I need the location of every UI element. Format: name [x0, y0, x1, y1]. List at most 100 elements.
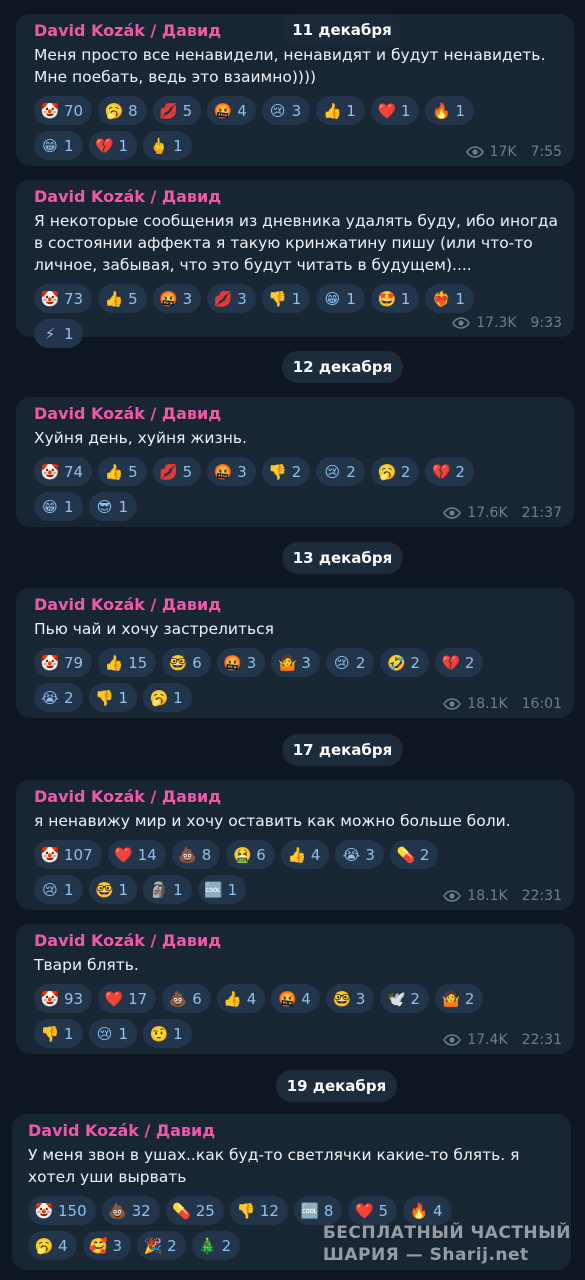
author-name[interactable]: David Kozák / Давид: [34, 403, 562, 425]
reaction-chip[interactable]: 🤓 6: [162, 648, 211, 677]
reaction-chip[interactable]: 🤣 2: [380, 648, 429, 677]
reaction-chip[interactable]: 🔥 4: [403, 1196, 452, 1225]
reaction-chip[interactable]: 😭 3: [335, 840, 384, 869]
reaction-count: 2: [410, 989, 420, 1008]
reaction-chip[interactable]: 🥱 1: [143, 683, 192, 712]
reaction-chip[interactable]: 🤡 107: [34, 840, 102, 869]
reaction-chip[interactable]: 👎 1: [34, 1019, 83, 1048]
reaction-chip[interactable]: 🎄 2: [191, 1231, 241, 1260]
reaction-chip[interactable]: 👍 1: [316, 96, 365, 125]
reaction-chip[interactable]: 💩 32: [101, 1196, 160, 1225]
message-text: Хуйня день, хуйня жизнь.: [34, 429, 247, 447]
reaction-chip[interactable]: 💋 5: [152, 457, 202, 486]
reaction-chip[interactable]: 🕊️ 2: [380, 984, 429, 1013]
reaction-chip[interactable]: 😢 3: [261, 96, 311, 125]
message-time: 7:55: [530, 144, 562, 160]
reaction-chip[interactable]: ⚡ 1: [34, 319, 83, 348]
yawn-icon: 🥱: [34, 1236, 54, 1255]
date-separator: 19 декабря: [276, 1070, 397, 1102]
reaction-chip[interactable]: 💩 8: [171, 840, 221, 869]
reaction-chip[interactable]: 🤓 3: [325, 984, 375, 1013]
reaction-chip[interactable]: 🆒 1: [197, 875, 247, 904]
reaction-chip[interactable]: 💊 25: [165, 1196, 224, 1225]
reaction-chip[interactable]: 🤡 74: [34, 457, 93, 486]
reaction-chip[interactable]: 👍 5: [98, 284, 147, 313]
reaction-chip[interactable]: 💔 2: [434, 648, 484, 677]
reaction-chip[interactable]: 🆒 8: [293, 1196, 343, 1225]
message-bubble[interactable]: David Kozák / Давид Хуйня день, хуйня жи…: [16, 397, 574, 527]
reaction-chip[interactable]: ❤️ 1: [370, 96, 420, 125]
message-bubble[interactable]: David Kozák / Давид я ненавижу мир и хоч…: [16, 780, 574, 910]
reaction-chip[interactable]: ❤️ 14: [107, 840, 166, 869]
reaction-chip[interactable]: 🤡 93: [34, 984, 93, 1013]
reaction-chip[interactable]: 😁 1: [34, 131, 83, 160]
reaction-chip[interactable]: 👍 4: [280, 840, 330, 869]
reaction-chip[interactable]: 🤡 73: [34, 284, 93, 313]
reaction-chip[interactable]: 🤬 4: [271, 984, 320, 1013]
reaction-chip[interactable]: 💔 2: [425, 457, 474, 486]
reaction-chip[interactable]: 😁 1: [316, 284, 365, 313]
reaction-chip[interactable]: 😢 2: [316, 457, 365, 486]
reaction-chip[interactable]: 🤷 2: [434, 984, 484, 1013]
author-name[interactable]: David Kozák / Давид: [28, 1120, 559, 1142]
nerd-face-icon: 🤓: [168, 653, 188, 672]
reaction-chip[interactable]: 🥱 4: [28, 1231, 77, 1260]
reaction-chip[interactable]: 👍 15: [98, 648, 157, 677]
reaction-chip[interactable]: 💋 3: [207, 284, 256, 313]
reaction-chip[interactable]: 😁 1: [34, 492, 83, 521]
reaction-chip[interactable]: 💋 5: [152, 96, 202, 125]
reaction-chip[interactable]: 🤬 3: [152, 284, 202, 313]
yawn-icon: 🥱: [377, 462, 397, 481]
kiss-mark-icon: 💋: [213, 289, 233, 308]
reaction-chip[interactable]: 🤓 1: [88, 875, 138, 904]
reaction-chip[interactable]: 😎 1: [88, 492, 138, 521]
author-name[interactable]: David Kozák / Давид: [34, 786, 562, 808]
reaction-chip[interactable]: 🔥 1: [425, 96, 474, 125]
reaction-chip[interactable]: 🤨 1: [143, 1019, 192, 1048]
reaction-chip[interactable]: 💔 1: [88, 131, 138, 160]
message-text: Пью чай и хочу застрелиться: [34, 620, 274, 638]
reaction-chip[interactable]: 😢 1: [88, 1019, 138, 1048]
author-name[interactable]: David Kozák / Давид: [34, 930, 562, 952]
reaction-chip[interactable]: 🤡 79: [34, 648, 93, 677]
reaction-chip[interactable]: ❤️ 5: [348, 1196, 398, 1225]
message-bubble[interactable]: David Kozák / Давид Я некоторые сообщени…: [16, 180, 574, 348]
reaction-chip[interactable]: 💩 6: [162, 984, 211, 1013]
reaction-chip[interactable]: 👍 5: [98, 457, 147, 486]
reaction-chip[interactable]: 👎 12: [229, 1196, 288, 1225]
sobbing-face-icon: 😭: [342, 845, 361, 864]
views-count: 17K: [489, 144, 517, 160]
reaction-chip[interactable]: 👎 2: [261, 457, 311, 486]
reaction-chip[interactable]: 🤬 3: [207, 457, 256, 486]
reaction-chip[interactable]: 🥱 2: [370, 457, 420, 486]
reaction-chip[interactable]: 👎 1: [88, 683, 138, 712]
heart-on-fire-icon: ❤️‍🔥: [432, 289, 451, 308]
thumbs-down-icon: 👎: [268, 289, 288, 308]
message-bubble[interactable]: David Kozák / Давид Пью чай и хочу застр…: [16, 588, 574, 718]
reaction-chip[interactable]: 🤮 6: [226, 840, 275, 869]
reaction-chip[interactable]: 💊 2: [389, 840, 439, 869]
reaction-chip[interactable]: 🤩 1: [370, 284, 420, 313]
reaction-chip[interactable]: ❤️ 17: [98, 984, 157, 1013]
reaction-chip[interactable]: 👍 4: [216, 984, 266, 1013]
reaction-chip[interactable]: 👎 1: [261, 284, 311, 313]
reaction-chip[interactable]: 🤬 4: [207, 96, 256, 125]
author-name[interactable]: David Kozák / Давид: [34, 594, 562, 616]
reaction-chip[interactable]: ❤️‍🔥 1: [425, 284, 474, 313]
broken-heart-icon: 💔: [441, 653, 461, 672]
reaction-chip[interactable]: 🤡 150: [28, 1196, 96, 1225]
christmas-tree-icon: 🎄: [198, 1236, 217, 1255]
reaction-chip[interactable]: 😭 2: [34, 683, 83, 712]
reaction-chip[interactable]: 🎉 2: [137, 1231, 186, 1260]
reaction-chip[interactable]: 🥱 8: [98, 96, 147, 125]
reaction-chip[interactable]: 😢 2: [325, 648, 375, 677]
author-name[interactable]: David Kozák / Давид: [34, 186, 562, 208]
reaction-chip[interactable]: 🖕 1: [143, 131, 192, 160]
reaction-chip[interactable]: 🤡 70: [34, 96, 93, 125]
reaction-chip[interactable]: 🤷 3: [271, 648, 320, 677]
reaction-chip[interactable]: 🥰 3: [82, 1231, 132, 1260]
reaction-chip[interactable]: 🤬 3: [216, 648, 266, 677]
reaction-chip[interactable]: 🗿 1: [143, 875, 192, 904]
reaction-chip[interactable]: 😢 1: [34, 875, 83, 904]
message-bubble[interactable]: David Kozák / Давид Твари блять. 🤡 93 ❤️ 17…: [16, 924, 574, 1054]
